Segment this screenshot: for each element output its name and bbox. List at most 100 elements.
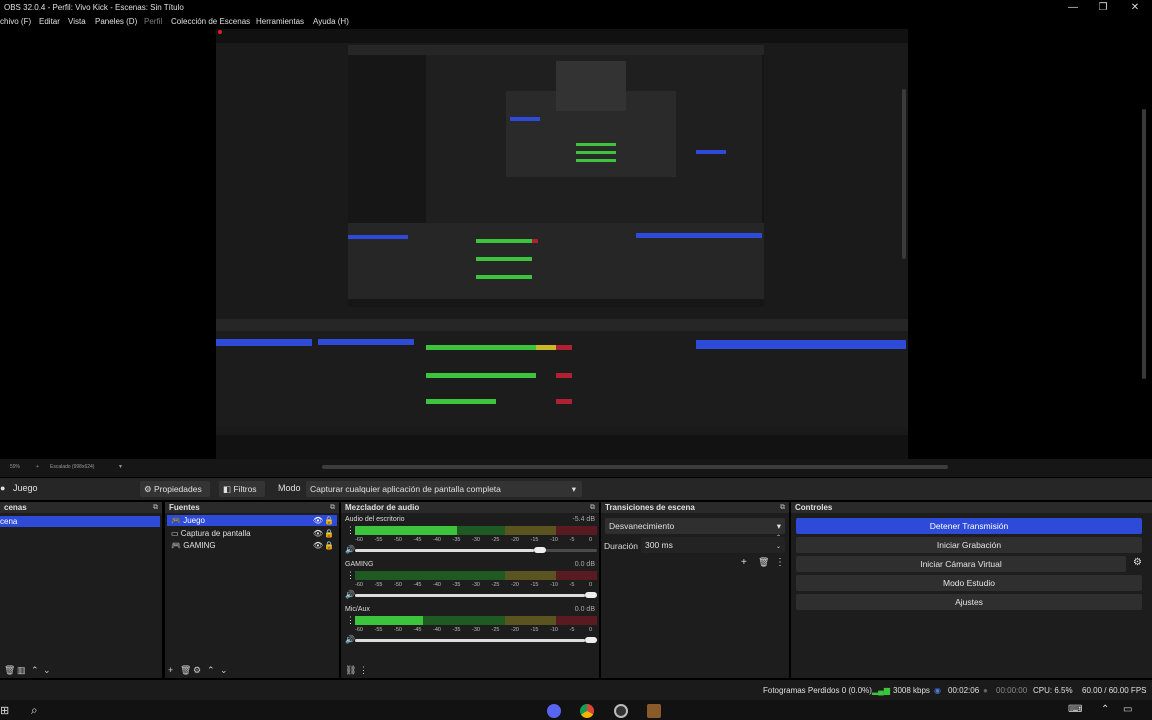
duration-input[interactable]: 300 ms ⌃ ⌄ (641, 534, 785, 553)
menu-edit[interactable]: Editar (39, 17, 60, 26)
volume-knob[interactable] (534, 547, 547, 553)
remove-icon[interactable]: 🗑 (180, 665, 191, 676)
chevron-down-icon[interactable]: ▼ (118, 464, 123, 470)
chrome-icon[interactable] (580, 704, 594, 718)
tick-label: -40 (433, 627, 441, 633)
control-button[interactable]: Iniciar Grabación (796, 537, 1142, 553)
properties-button[interactable]: ⚙ Propiedades (140, 481, 210, 497)
stream-icon: ◉ (934, 686, 941, 695)
control-button[interactable]: Iniciar Cámara Virtual (796, 556, 1126, 572)
undock-icon[interactable]: ⧉ (780, 502, 785, 513)
filter-icon: ◧ (223, 484, 234, 494)
volume-knob[interactable] (585, 637, 597, 643)
undock-icon[interactable]: ⧉ (590, 502, 595, 513)
notifications-icon[interactable]: ▭ (1123, 704, 1132, 715)
minecraft-icon[interactable] (647, 704, 661, 718)
move-up-icon[interactable]: ⌃ (207, 665, 215, 676)
move-up-icon[interactable]: ⌃ (31, 665, 39, 676)
visibility-eye-icon[interactable]: 👁 (313, 540, 323, 551)
search-icon[interactable]: ⌕ (31, 703, 38, 718)
volume-fill (355, 549, 535, 552)
preview-scrollbar[interactable] (1142, 109, 1146, 379)
chevron-up-icon[interactable]: ⌃ (1101, 704, 1109, 715)
tick-label: -20 (511, 537, 519, 543)
move-down-icon[interactable]: ⌄ (220, 665, 228, 676)
menu-file[interactable]: chivo (F) (0, 17, 31, 26)
visibility-eye-icon[interactable]: 👁 (313, 515, 323, 526)
discord-icon[interactable] (547, 704, 561, 718)
menu-dots-icon[interactable]: ⋮ (775, 557, 785, 568)
scene-item[interactable]: cena (0, 516, 160, 527)
menu-dots-icon[interactable]: ⋮ (346, 615, 355, 626)
transition-select[interactable]: Desvanecimiento ▾ (605, 518, 785, 534)
volume-knob[interactable] (585, 592, 597, 598)
record-time: 00:00:00 (996, 686, 1028, 695)
stepper-icon[interactable]: ⌃ ⌄ (776, 534, 781, 552)
menu-profile[interactable]: Perfil (144, 17, 162, 26)
move-down-icon[interactable]: ⌄ (43, 665, 51, 676)
menu-view[interactable]: Vista (68, 17, 86, 26)
speaker-icon[interactable]: 🔊 (345, 545, 355, 554)
volume-meter (355, 616, 597, 625)
undock-icon[interactable]: ⧉ (330, 502, 335, 513)
menu-help[interactable]: Ayuda (H) (313, 17, 349, 26)
add-icon[interactable]: + (741, 557, 747, 568)
speaker-icon[interactable]: 🔊 (345, 590, 355, 599)
tick-label: -15 (530, 582, 539, 588)
source-item-captura[interactable]: ▭ Captura de pantalla 👁 🔒 (167, 528, 337, 539)
menu-dots-icon[interactable]: ⋮ (359, 665, 368, 676)
meter-zone (505, 571, 556, 580)
gear-icon[interactable]: ⚙ (1133, 557, 1142, 568)
lock-icon[interactable]: 🔒 (324, 540, 334, 551)
volume-slider[interactable] (355, 592, 597, 598)
tick-label: -5 (569, 537, 575, 543)
menu-tools[interactable]: Herramientas (256, 17, 304, 26)
keyboard-icon[interactable]: ⌨ (1068, 704, 1082, 715)
tick-label: -25 (491, 537, 500, 543)
volume-meter (355, 526, 597, 535)
add-icon[interactable]: + (168, 665, 173, 675)
preview-hscrollbar[interactable] (322, 465, 948, 469)
maximize-button[interactable]: ❐ (1088, 0, 1118, 15)
chevron-down-icon: ▾ (571, 484, 576, 494)
nested-capture-2 (348, 45, 764, 307)
filters-button[interactable]: ◧ Filtros (219, 481, 265, 497)
menu-dots-icon[interactable]: ⋮ (346, 525, 355, 536)
preview-canvas[interactable] (0, 29, 1152, 459)
menu-dots-icon[interactable]: ⋮ (346, 570, 355, 581)
source-item-juego[interactable]: 🎮 Juego 👁 🔒 (167, 515, 337, 526)
gear-icon: ⚙ (144, 484, 154, 494)
gamepad-icon: 🎮 (171, 516, 184, 525)
visibility-eye-icon[interactable]: 👁 (313, 528, 323, 539)
control-button[interactable]: Modo Estudio (796, 575, 1142, 591)
filter-icon[interactable]: ▥ (17, 665, 26, 676)
obs-icon[interactable] (614, 704, 628, 718)
speaker-icon[interactable]: 🔊 (345, 635, 355, 644)
undock-icon[interactable]: ⧉ (153, 502, 158, 513)
fps: 60.00 / 60.00 FPS (1082, 686, 1147, 695)
remove-icon[interactable]: 🗑 (758, 557, 769, 568)
volume-fill (355, 594, 585, 597)
mode-select[interactable]: Capturar cualquier aplicación de pantall… (306, 481, 582, 497)
menu-scene-collection[interactable]: Colección de Escenas (171, 17, 250, 26)
lock-icon[interactable]: 🔒 (324, 528, 334, 539)
control-button[interactable]: Detener Transmisión (796, 518, 1142, 534)
tick-label: -50 (394, 582, 402, 588)
record-dot-icon (218, 30, 222, 34)
link-icon[interactable]: ⛓ (345, 665, 356, 676)
lock-icon[interactable]: 🔒 (324, 515, 334, 526)
control-button[interactable]: Ajustes (796, 594, 1142, 610)
tick-label: -50 (394, 627, 402, 633)
volume-slider[interactable] (355, 547, 597, 553)
menu-docks[interactable]: Paneles (D) (95, 17, 137, 26)
close-button[interactable]: ✕ (1120, 0, 1150, 15)
zoom-add-icon[interactable]: + (36, 464, 39, 470)
minimize-button[interactable]: — (1058, 0, 1088, 15)
volume-slider[interactable] (355, 637, 597, 643)
gear-icon[interactable]: ⚙ (193, 665, 201, 676)
source-item-gaming[interactable]: 🎮 GAMING 👁 🔒 (167, 540, 337, 551)
windows-start-icon[interactable]: ⊞ (0, 704, 9, 717)
remove-icon[interactable]: 🗑 (4, 665, 15, 676)
channel-db: 0.0 dB (574, 606, 595, 613)
context-source-name: Juego (13, 483, 38, 493)
